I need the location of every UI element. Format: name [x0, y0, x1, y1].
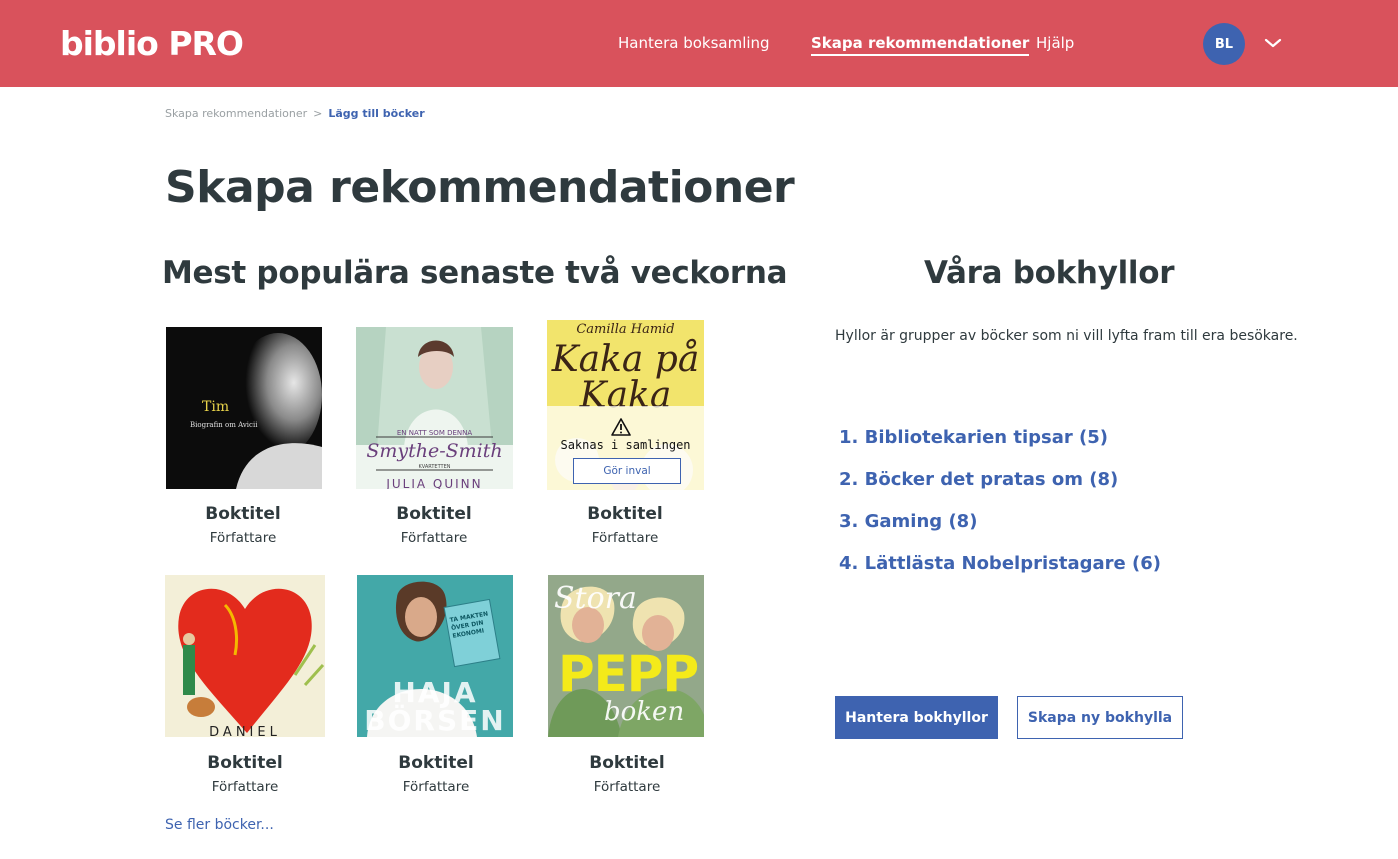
- book-author: Författare: [400, 530, 468, 546]
- book-title[interactable]: Boktitel: [356, 753, 516, 773]
- see-more-books-link[interactable]: Se fler böcker...: [165, 817, 274, 833]
- cover-title-text: Smythe-Smith: [366, 440, 503, 462]
- gor-inval-button[interactable]: Gör inval: [573, 458, 681, 484]
- cover-title-text: HAJA BÖRSEN: [364, 676, 506, 737]
- shelves-heading: Våra bokhyllor: [924, 255, 1175, 291]
- book-author: Författare: [209, 530, 277, 546]
- book-title[interactable]: Boktitel: [165, 753, 325, 773]
- popular-heading: Mest populära senaste två veckorna: [162, 255, 788, 291]
- book-title[interactable]: Boktitel: [547, 753, 707, 773]
- cover-series-text: KVARTETTEN: [418, 464, 451, 470]
- cover-title-top-text: Stora: [554, 581, 637, 616]
- chevron-down-icon[interactable]: [1263, 33, 1283, 53]
- missing-in-collection-label: Saknas i samlingen: [560, 438, 691, 452]
- book-title[interactable]: Boktitel: [354, 504, 514, 524]
- cover-author-text: Camilla Hamid: [576, 322, 675, 337]
- book-cover-art: [166, 327, 322, 489]
- book-cover-4[interactable]: DANIEL: [165, 575, 325, 737]
- book-cover-6[interactable]: Stora PEPP boken: [548, 575, 704, 737]
- cover-title-text: PEPP: [558, 645, 699, 703]
- top-navigation-bar: biblio PRO Hantera boksamling Skapa reko…: [0, 0, 1398, 87]
- book-cover-2[interactable]: EN NATT SOM DENNA Smythe-Smith KVARTETTE…: [356, 327, 513, 489]
- book-title[interactable]: Boktitel: [545, 504, 705, 524]
- book-title[interactable]: Boktitel: [163, 504, 323, 524]
- book-author: Författare: [211, 779, 279, 795]
- breadcrumb-current: Lägg till böcker: [328, 107, 425, 120]
- cover-title-bottom-text: boken: [604, 697, 685, 727]
- create-shelf-button[interactable]: Skapa ny bokhylla: [1017, 696, 1183, 739]
- nav-hantera-boksamling[interactable]: Hantera boksamling: [618, 33, 770, 53]
- cover-subtitle-text: Biografin om Avicii: [190, 421, 258, 429]
- shelf-item[interactable]: 3. Gaming (8): [839, 510, 1161, 552]
- book-author: Författare: [593, 779, 661, 795]
- cover-title-text: Kaka på Kaka: [551, 339, 700, 416]
- biblio-pro-logo[interactable]: biblio PRO: [60, 24, 244, 64]
- user-avatar[interactable]: BL: [1203, 23, 1245, 65]
- shelf-list: 1. Bibliotekarien tipsar (5) 2. Böcker d…: [839, 426, 1161, 594]
- shelf-item[interactable]: 2. Böcker det pratas om (8): [839, 468, 1161, 510]
- breadcrumb: Skapa rekommendationer > Lägg till böcker: [165, 107, 425, 120]
- shelves-description: Hyllor är grupper av böcker som ni vill …: [835, 328, 1298, 344]
- nav-hjalp[interactable]: Hjälp: [1036, 33, 1074, 53]
- cover-title-text: Tim: [202, 399, 230, 415]
- book-cover-1[interactable]: Tim Biografin om Avicii: [166, 327, 322, 489]
- warning-icon: [611, 418, 631, 436]
- cover-title-text: DANIEL: [209, 725, 281, 737]
- cover-author-text: JULIA QUINN: [386, 477, 483, 489]
- book-cover-art: [165, 575, 325, 737]
- shelf-item[interactable]: 4. Lättlästa Nobelpristagare (6): [839, 552, 1161, 594]
- book-cover-5[interactable]: TA MAKTEN ÖVER DIN EKONOMI HAJA BÖRSEN: [357, 575, 513, 737]
- book-author: Författare: [591, 530, 659, 546]
- book-cover-3[interactable]: Camilla Hamid Kaka på Kaka Saknas i saml…: [547, 320, 704, 490]
- cover-tagline-text: EN NATT SOM DENNA: [396, 429, 473, 437]
- manage-shelves-button[interactable]: Hantera bokhyllor: [835, 696, 998, 739]
- book-author: Författare: [402, 779, 470, 795]
- breadcrumb-separator: >: [313, 107, 323, 120]
- breadcrumb-parent[interactable]: Skapa rekommendationer: [165, 107, 307, 120]
- shelf-item[interactable]: 1. Bibliotekarien tipsar (5): [839, 426, 1161, 468]
- page-title: Skapa rekommendationer: [165, 162, 795, 213]
- nav-skapa-rekommendationer[interactable]: Skapa rekommendationer: [811, 33, 1030, 56]
